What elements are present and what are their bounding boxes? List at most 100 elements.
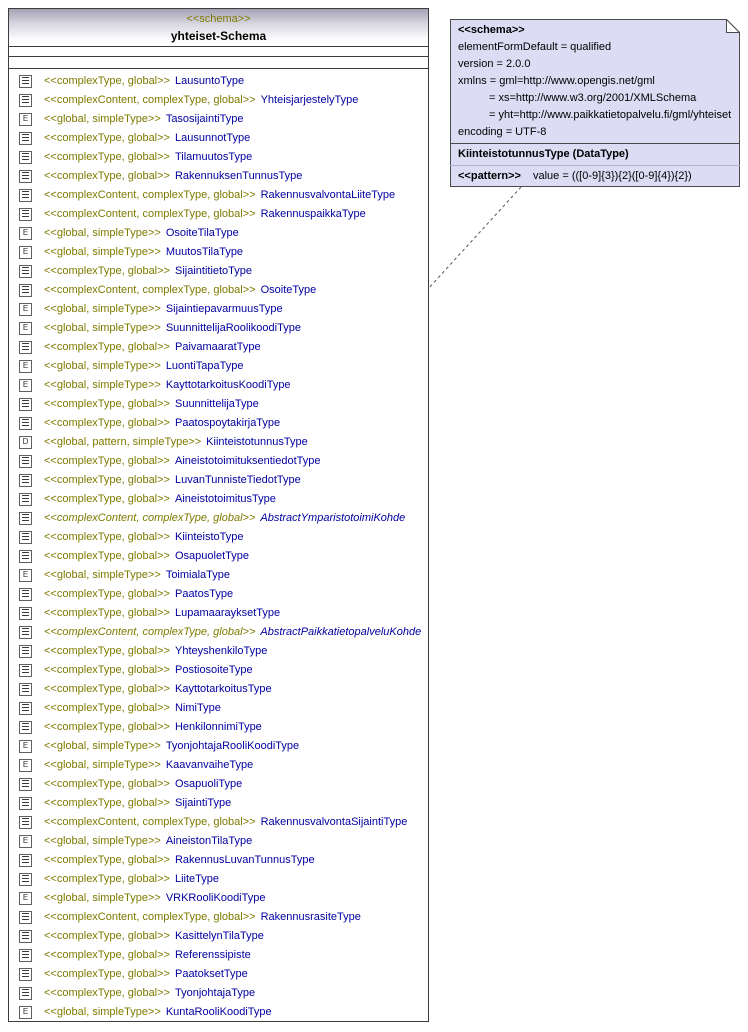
type-icon <box>19 720 32 734</box>
row-type-name: AbstractYmparistotoimiKohde <box>260 512 406 525</box>
type-icon <box>19 796 32 810</box>
type-icon <box>19 872 32 886</box>
list-item[interactable]: <<complexType, global>> TilamuutosType <box>9 148 428 167</box>
row-type-name: Referenssipiste <box>174 949 251 962</box>
type-icon <box>19 701 32 715</box>
list-item[interactable]: <<complexType, global>> RakennuksenTunnu… <box>9 167 428 186</box>
list-item[interactable]: <<complexType, global>> SuunnittelijaTyp… <box>9 395 428 414</box>
list-item[interactable]: E <<global, simpleType>> TyonjohtajaRool… <box>9 737 428 756</box>
row-stereotype: <<complexType, global>> <box>44 550 170 563</box>
list-item[interactable]: E <<global, simpleType>> SuunnittelijaRo… <box>9 319 428 338</box>
type-icon <box>19 283 32 297</box>
type-icon: E <box>19 1005 32 1019</box>
list-item[interactable]: <<complexType, global>> KasittelynTilaTy… <box>9 927 428 946</box>
row-stereotype: <<complexType, global>> <box>44 132 170 145</box>
list-item[interactable]: <<complexType, global>> HenkilonnimiType <box>9 718 428 737</box>
list-item[interactable]: E <<global, simpleType>> VRKRooliKoodiTy… <box>9 889 428 908</box>
list-item[interactable]: E <<global, simpleType>> KaavanvaiheType <box>9 756 428 775</box>
schema-class-box[interactable]: <<schema>> yhteiset-Schema <<complexType… <box>8 8 429 1022</box>
list-item[interactable]: <<complexType, global>> OsapuoliType <box>9 775 428 794</box>
row-type-name: SijaintitietoType <box>174 265 253 278</box>
list-item[interactable]: <<complexType, global>> PaivamaaratType <box>9 338 428 357</box>
list-item[interactable]: <<complexType, global>> LausunnotType <box>9 129 428 148</box>
row-type-name: RakennuksenTunnusType <box>174 170 303 183</box>
row-stereotype: <<complexContent, complexType, global>> <box>44 208 256 221</box>
list-item[interactable]: <<complexType, global>> Paatospoytakirja… <box>9 414 428 433</box>
type-icon <box>19 131 32 145</box>
row-stereotype: <<complexContent, complexType, global>> <box>44 284 256 297</box>
list-item[interactable]: E <<global, simpleType>> LuontiTapaType <box>9 357 428 376</box>
list-item[interactable]: E <<global, simpleType>> Sijaintiepavarm… <box>9 300 428 319</box>
list-item[interactable]: <<complexType, global>> Referenssipiste <box>9 946 428 965</box>
row-stereotype: <<global, simpleType>> <box>44 360 161 373</box>
list-item[interactable]: E <<global, simpleType>> ToimialaType <box>9 566 428 585</box>
list-item[interactable]: E <<global, simpleType>> KuntaRooliKoodi… <box>9 1003 428 1021</box>
list-item[interactable]: <<complexType, global>> Aineistotoimituk… <box>9 452 428 471</box>
list-item[interactable]: E <<global, simpleType>> AineistonTilaTy… <box>9 832 428 851</box>
row-stereotype: <<global, simpleType>> <box>44 1006 161 1019</box>
class-header[interactable]: <<schema>> yhteiset-Schema <box>9 9 428 47</box>
list-item[interactable]: <<complexType, global>> PaatoksetType <box>9 965 428 984</box>
row-type-name: VRKRooliKoodiType <box>165 892 266 905</box>
list-item[interactable]: <<complexType, global>> LiiteType <box>9 870 428 889</box>
list-item[interactable]: <<complexType, global>> PostiosoiteType <box>9 661 428 680</box>
type-list: <<complexType, global>> LausuntoType <<c… <box>9 69 428 1021</box>
row-type-name: KayttotarkoitusKoodiType <box>165 379 291 392</box>
type-icon: E <box>19 739 32 753</box>
row-stereotype: <<complexType, global>> <box>44 930 170 943</box>
type-icon: E <box>19 568 32 582</box>
type-icon <box>19 663 32 677</box>
row-type-name: NimiType <box>174 702 221 715</box>
list-item[interactable]: <<complexContent, complexType, global>> … <box>9 205 428 224</box>
list-item[interactable]: <<complexContent, complexType, global>> … <box>9 509 428 528</box>
row-type-name: KasittelynTilaType <box>174 930 264 943</box>
list-item[interactable]: E <<global, simpleType>> MuutosTilaType <box>9 243 428 262</box>
list-item[interactable]: <<complexContent, complexType, global>> … <box>9 623 428 642</box>
list-item[interactable]: <<complexType, global>> SijaintiType <box>9 794 428 813</box>
type-icon <box>19 910 32 924</box>
list-item[interactable]: <<complexType, global>> Aineistotoimitus… <box>9 490 428 509</box>
list-item[interactable]: <<complexType, global>> PaatosType <box>9 585 428 604</box>
type-icon: E <box>19 359 32 373</box>
list-item[interactable]: <<complexType, global>> OsapuoletType <box>9 547 428 566</box>
list-item[interactable]: <<complexType, global>> NimiType <box>9 699 428 718</box>
list-item[interactable]: <<complexContent, complexType, global>> … <box>9 281 428 300</box>
list-item[interactable]: <<complexContent, complexType, global>> … <box>9 91 428 110</box>
list-item[interactable]: D <<global, pattern, simpleType>> Kiinte… <box>9 433 428 452</box>
list-item[interactable]: <<complexType, global>> LuvanTunnisteTie… <box>9 471 428 490</box>
list-item[interactable]: <<complexType, global>> LausuntoType <box>9 72 428 91</box>
type-icon <box>19 948 32 962</box>
row-type-name: LuvanTunnisteTiedotType <box>174 474 301 487</box>
type-icon <box>19 986 32 1000</box>
row-stereotype: <<complexType, global>> <box>44 854 170 867</box>
row-stereotype: <<complexType, global>> <box>44 398 170 411</box>
list-item[interactable]: <<complexType, global>> LupamaarayksetTy… <box>9 604 428 623</box>
row-stereotype: <<global, simpleType>> <box>44 892 161 905</box>
list-item[interactable]: <<complexType, global>> RakennusLuvanTun… <box>9 851 428 870</box>
schema-annotation-note[interactable]: <<schema>> elementFormDefault = qualifie… <box>450 19 740 187</box>
list-item[interactable]: <<complexType, global>> KiinteistoType <box>9 528 428 547</box>
type-icon <box>19 777 32 791</box>
type-icon <box>19 340 32 354</box>
list-item[interactable]: <<complexType, global>> SijaintitietoTyp… <box>9 262 428 281</box>
type-icon: E <box>19 112 32 126</box>
list-item[interactable]: <<complexContent, complexType, global>> … <box>9 908 428 927</box>
row-stereotype: <<complexType, global>> <box>44 702 170 715</box>
list-item[interactable]: <<complexContent, complexType, global>> … <box>9 186 428 205</box>
note-schema-section: <<schema>> elementFormDefault = qualifie… <box>450 19 740 143</box>
list-item[interactable]: E <<global, simpleType>> TasosijaintiTyp… <box>9 110 428 129</box>
row-type-name: HenkilonnimiType <box>174 721 262 734</box>
row-stereotype: <<global, simpleType>> <box>44 227 161 240</box>
row-stereotype: <<complexType, global>> <box>44 778 170 791</box>
list-item[interactable]: <<complexType, global>> TyonjohtajaType <box>9 984 428 1003</box>
note-datatype-title: KiinteistotunnusType (DataType) <box>450 143 740 165</box>
list-item[interactable]: E <<global, simpleType>> OsoiteTilaType <box>9 224 428 243</box>
list-item[interactable]: <<complexType, global>> YhteyshenkiloTyp… <box>9 642 428 661</box>
list-item[interactable]: <<complexType, global>> KayttotarkoitusT… <box>9 680 428 699</box>
row-stereotype: <<complexType, global>> <box>44 873 170 886</box>
list-item[interactable]: E <<global, simpleType>> Kayttotarkoitus… <box>9 376 428 395</box>
row-stereotype: <<complexType, global>> <box>44 170 170 183</box>
list-item[interactable]: <<complexContent, complexType, global>> … <box>9 813 428 832</box>
type-icon <box>19 188 32 202</box>
row-type-name: RakennuspaikkaType <box>260 208 366 221</box>
